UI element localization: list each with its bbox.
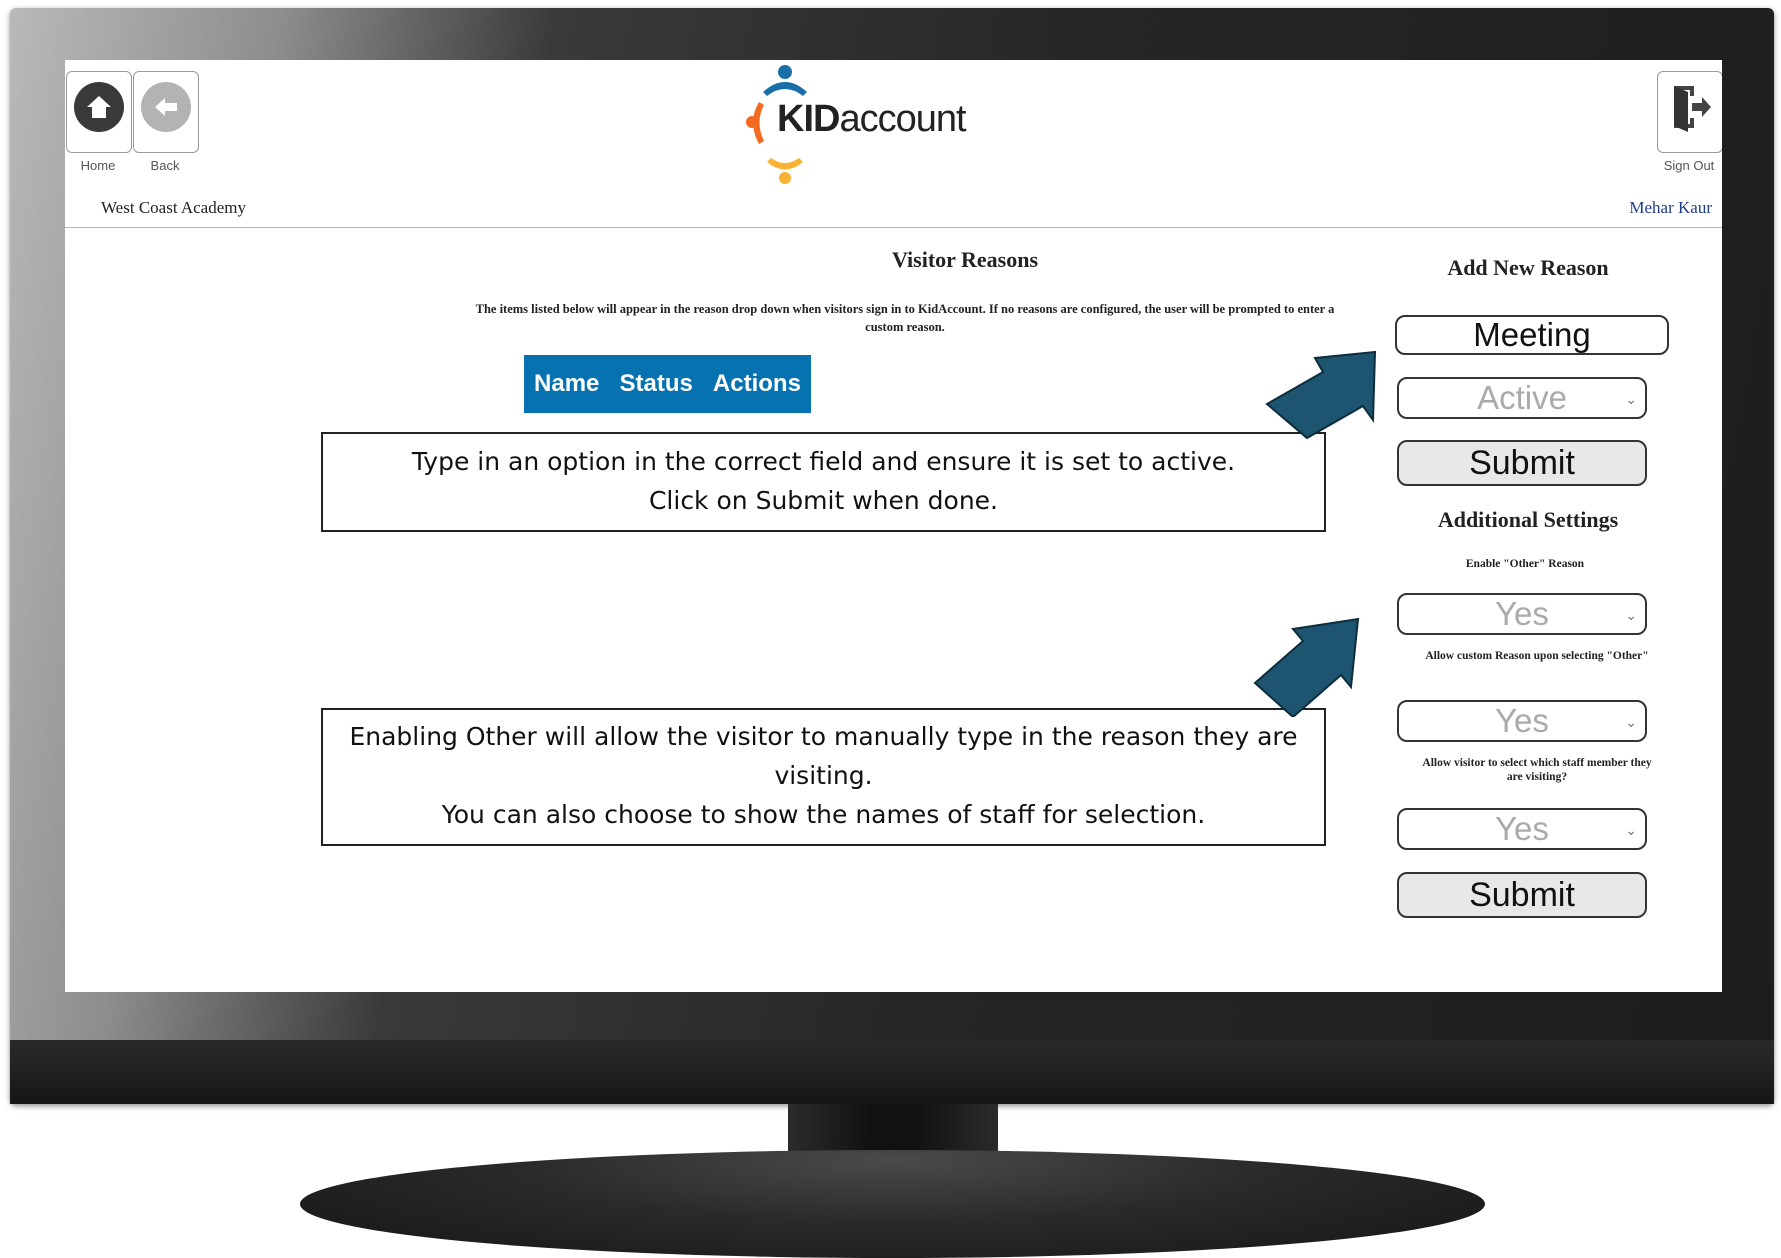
instruction-callout-2: Enabling Other will allow the visitor to… (321, 708, 1326, 846)
school-name: West Coast Academy (101, 198, 246, 217)
column-name: Name (534, 370, 600, 397)
reason-name-input[interactable]: Meeting (1395, 315, 1669, 355)
callout-2-line-2: You can also choose to show the names of… (441, 800, 1206, 829)
sign-out-button[interactable] (1657, 71, 1722, 153)
callout-1-line-2: Click on Submit when done. (648, 486, 999, 515)
kidaccount-logo: KIDaccount (745, 62, 975, 192)
additional-settings-title: Additional Settings (1437, 507, 1619, 532)
add-reason-title: Add New Reason (1447, 255, 1609, 280)
back-button[interactable] (133, 71, 199, 153)
monitor-stand (300, 1150, 1485, 1258)
callout-1-line-1: Type in an option in the correct field a… (411, 447, 1236, 476)
allow-custom-select[interactable]: Yes ⌄ (1397, 700, 1647, 742)
screen: Home Back KIDaccount Sign Out West Coast… (65, 60, 1722, 992)
column-status: Status (619, 370, 693, 397)
column-actions: Actions (712, 370, 801, 397)
page-description: The items listed below will appear in th… (475, 302, 1335, 334)
back-arrow-icon (141, 82, 191, 132)
reasons-table-header: Name Status Actions (524, 355, 811, 413)
arrow-up-right-icon (1265, 350, 1377, 440)
sign-out-icon (1665, 82, 1715, 132)
enable-other-value: Yes (1495, 595, 1549, 632)
instruction-callout-1: Type in an option in the correct field a… (321, 432, 1326, 532)
chevron-down-icon: ⌄ (1625, 822, 1637, 838)
header-divider (65, 227, 1722, 228)
logo-text: KIDaccount (777, 98, 967, 140)
status-value: Active (1477, 379, 1567, 416)
allow-custom-label: Allow custom Reason upon selecting "Othe… (1425, 650, 1649, 662)
allow-staff-label: Allow visitor to select which staff memb… (1422, 757, 1652, 783)
allow-custom-value: Yes (1495, 702, 1549, 739)
enable-other-select[interactable]: Yes ⌄ (1397, 593, 1647, 635)
home-label: Home (80, 158, 116, 173)
enable-other-label: Enable "Other" Reason (1465, 558, 1585, 570)
chevron-down-icon: ⌄ (1625, 391, 1637, 407)
allow-staff-value: Yes (1495, 810, 1549, 847)
monitor-bezel-bottom (10, 1040, 1774, 1104)
arrow-up-right-icon (1253, 617, 1360, 717)
allow-staff-select[interactable]: Yes ⌄ (1397, 808, 1647, 850)
user-name[interactable]: Mehar Kaur (1629, 198, 1712, 218)
settings-submit-button[interactable]: Submit (1397, 872, 1647, 918)
reason-status-select[interactable]: Active ⌄ (1397, 377, 1647, 419)
home-icon (74, 82, 124, 132)
add-reason-submit-button[interactable]: Submit (1397, 440, 1647, 486)
sign-out-label: Sign Out (1663, 158, 1715, 173)
page-title: Visitor Reasons (891, 247, 1039, 272)
home-button[interactable] (66, 71, 132, 153)
chevron-down-icon: ⌄ (1625, 714, 1637, 730)
chevron-down-icon: ⌄ (1625, 607, 1637, 623)
back-label: Back (150, 158, 180, 173)
callout-2-line-1: Enabling Other will allow the visitor to… (349, 722, 1298, 790)
